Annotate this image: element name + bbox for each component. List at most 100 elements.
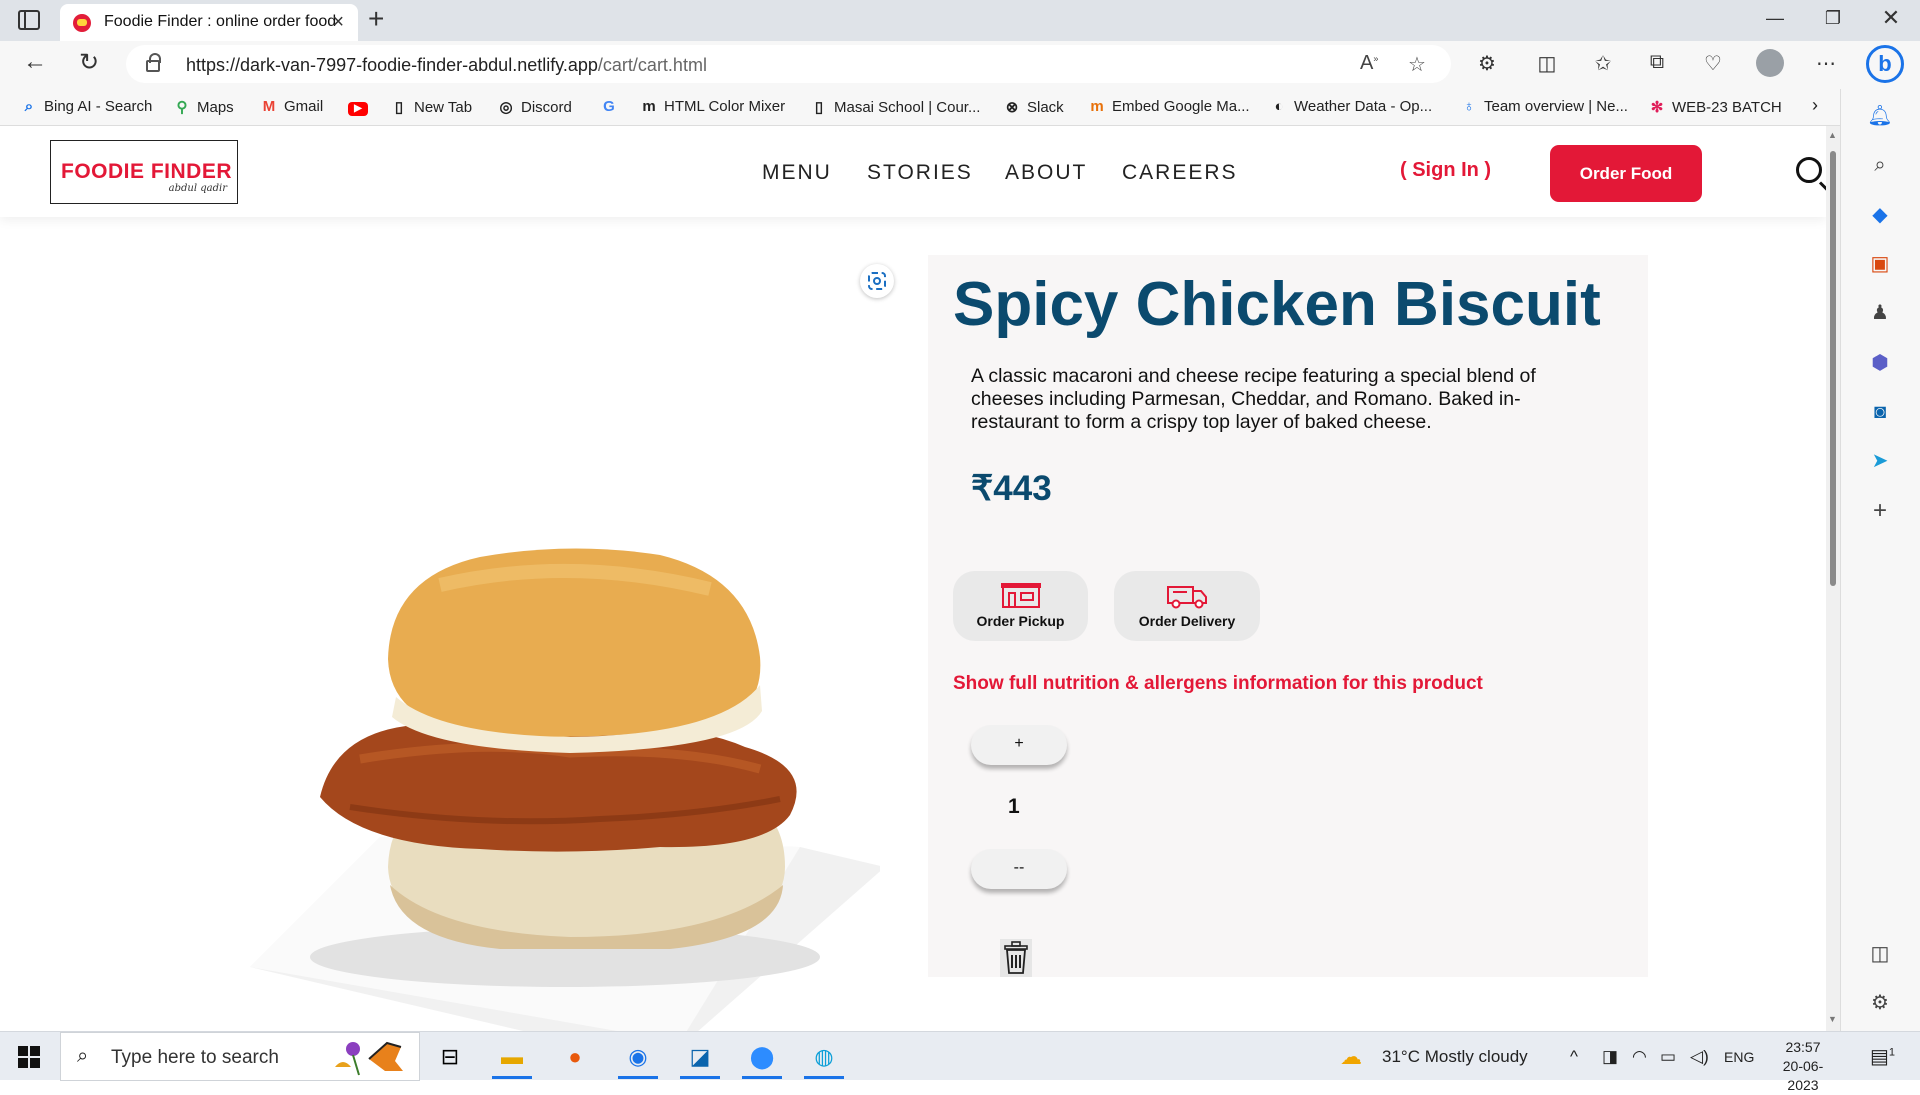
tab-actions-icon[interactable] xyxy=(18,10,40,30)
profile-avatar[interactable] xyxy=(1756,49,1784,77)
discord-icon: ◎ xyxy=(499,99,513,116)
more-options-icon[interactable]: ⋯ xyxy=(1812,51,1840,76)
scroll-down-icon[interactable]: ▼ xyxy=(1828,1014,1837,1024)
bookmark-web-23-batch[interactable]: ✻ WEB-23 BATCH xyxy=(1648,98,1782,116)
product-details-panel: Spicy Chicken Biscuit A classic macaroni… xyxy=(928,255,1648,977)
team-icon: ♁ xyxy=(1463,98,1475,115)
search-icon[interactable] xyxy=(1796,157,1822,183)
bookmark-maps[interactable]: ⚲ Maps xyxy=(173,98,234,116)
order-delivery-label: Order Delivery xyxy=(1138,613,1236,629)
nav-about[interactable]: ABOUT xyxy=(1005,161,1087,185)
url-text[interactable]: https://dark-van-7997-foodie-finder-abdu… xyxy=(186,55,707,76)
browser-essentials-icon[interactable]: ♡ xyxy=(1699,51,1727,76)
order-food-button[interactable]: Order Food xyxy=(1550,145,1702,202)
browser-tab-active[interactable]: Foodie Finder : online order food × xyxy=(60,4,358,41)
product-price: ₹443 xyxy=(971,469,1052,508)
meet-now-icon[interactable]: ◨ xyxy=(1602,1047,1618,1067)
favorites-icon[interactable]: ✩ xyxy=(1589,51,1617,76)
delete-item-icon[interactable] xyxy=(999,938,1033,978)
bookmark-embed-google-maps[interactable]: m Embed Google Ma... xyxy=(1088,98,1249,115)
refresh-icon[interactable]: ↻ xyxy=(72,48,106,77)
weather-text[interactable]: 31°C Mostly cloudy xyxy=(1382,1047,1528,1067)
bookmark-bing-ai[interactable]: ⌕ Bing AI - Search xyxy=(20,98,153,115)
wifi-icon[interactable]: ◠ xyxy=(1632,1047,1647,1067)
search-icon: ⌕ xyxy=(77,1045,89,1067)
file-explorer-icon[interactable]: ▬ xyxy=(492,1038,532,1079)
nutrition-info-link[interactable]: Show full nutrition & allergens informat… xyxy=(953,673,1483,695)
bookmark-masai-school[interactable]: ▯ Masai School | Cour... xyxy=(810,98,981,116)
language-indicator[interactable]: ENG xyxy=(1724,1049,1754,1065)
decrement-quantity-button[interactable]: -- xyxy=(971,849,1067,889)
sidebar-toggle-icon[interactable]: ◫ xyxy=(1867,941,1893,967)
windows-start-icon[interactable] xyxy=(18,1046,40,1068)
tab-close-icon[interactable]: × xyxy=(332,11,344,34)
bookmark-google[interactable]: G xyxy=(600,98,624,115)
sign-in-link[interactable]: ( Sign In ) xyxy=(1400,159,1491,182)
new-tab-button[interactable]: + xyxy=(368,3,384,35)
notifications-bell-icon[interactable]: 🔔︎ xyxy=(1867,103,1893,129)
bookmark-discord[interactable]: ◎ Discord xyxy=(497,98,571,116)
increment-quantity-button[interactable]: + xyxy=(971,725,1067,765)
back-icon[interactable]: ← xyxy=(18,48,52,76)
split-screen-icon[interactable]: ◫ xyxy=(1533,51,1561,76)
favorite-star-icon[interactable]: ☆ xyxy=(1408,52,1426,77)
firefox-icon[interactable]: ● xyxy=(555,1038,595,1076)
read-aloud-icon[interactable]: A» xyxy=(1360,52,1378,75)
drop-icon[interactable]: ➤ xyxy=(1867,448,1893,474)
bookmark-html-color-mixer[interactable]: m HTML Color Mixer xyxy=(640,98,785,115)
address-bar[interactable]: https://dark-van-7997-foodie-finder-abdu… xyxy=(126,45,1451,83)
youtube-icon: ▶ xyxy=(348,102,368,116)
product-description: A classic macaroni and cheese recipe fea… xyxy=(971,365,1536,433)
nav-menu[interactable]: MENU xyxy=(762,161,832,185)
page-scrollbar[interactable]: ▲ ▼ xyxy=(1826,126,1840,1031)
restore-icon[interactable]: ❐ xyxy=(1818,8,1848,29)
bookmark-team-overview[interactable]: ♁ Team overview | Ne... xyxy=(1460,98,1628,115)
add-sidebar-app-icon[interactable]: + xyxy=(1867,498,1893,524)
tab-title: Foodie Finder : online order food xyxy=(104,13,337,30)
bookmark-slack[interactable]: ⊗ Slack xyxy=(1003,98,1064,116)
taskbar-clock[interactable]: 23:57 20-06-2023 xyxy=(1768,1038,1838,1095)
quantity-value: 1 xyxy=(1008,795,1020,818)
clock-time: 23:57 xyxy=(1785,1039,1821,1055)
order-pickup-button[interactable]: Order Pickup xyxy=(953,571,1088,641)
weather-icon: ◐ xyxy=(1274,98,1284,115)
scroll-up-icon[interactable]: ▲ xyxy=(1828,130,1837,140)
bookmark-weather-data[interactable]: ◐ Weather Data - Op... xyxy=(1270,98,1432,115)
edge-icon[interactable]: ◍ xyxy=(804,1038,844,1079)
task-view-icon[interactable]: ⊟ xyxy=(430,1038,470,1076)
extensions-icon[interactable]: ⚙ xyxy=(1473,51,1501,76)
collections-icon[interactable]: ⧉ xyxy=(1643,51,1671,74)
nav-careers[interactable]: CAREERS xyxy=(1122,161,1238,185)
notification-center-icon[interactable]: ▤1 xyxy=(1870,1044,1895,1069)
weather-cloud-icon[interactable]: ☁ xyxy=(1340,1044,1362,1070)
microsoft-365-icon[interactable]: ⬢ xyxy=(1867,350,1893,376)
bookmarks-overflow-icon[interactable]: › xyxy=(1812,95,1818,116)
order-delivery-button[interactable]: Order Delivery xyxy=(1114,571,1260,641)
games-icon[interactable]: ♟ xyxy=(1867,300,1893,326)
site-logo[interactable]: FOODIE FINDER abdul qadir xyxy=(50,140,238,204)
sidebar-settings-icon[interactable]: ⚙ xyxy=(1867,990,1893,1016)
outlook-icon[interactable]: ◙ xyxy=(1867,399,1893,425)
zoom-icon[interactable]: ⬤ xyxy=(742,1038,782,1079)
scrollbar-thumb[interactable] xyxy=(1830,151,1836,586)
product-image xyxy=(250,548,880,1031)
taskbar-search-box[interactable]: ⌕ Type here to search xyxy=(60,1032,420,1081)
bookmark-gmail[interactable]: M Gmail xyxy=(260,98,323,115)
chrome-icon[interactable]: ◉ xyxy=(618,1038,658,1079)
close-icon[interactable]: ✕ xyxy=(1876,5,1906,31)
nav-stories[interactable]: STORIES xyxy=(867,161,973,185)
bing-copilot-icon[interactable]: b xyxy=(1866,45,1904,83)
tools-icon[interactable]: ▣ xyxy=(1867,251,1893,277)
app-blue-icon[interactable]: ◪ xyxy=(680,1038,720,1079)
clock-date: 20-06-2023 xyxy=(1782,1058,1824,1093)
battery-icon[interactable]: ▭ xyxy=(1660,1047,1676,1067)
shopping-tag-icon[interactable]: ◆ xyxy=(1867,202,1893,228)
visual-search-icon[interactable] xyxy=(860,264,894,298)
bookmark-new-tab[interactable]: ▯ New Tab xyxy=(390,98,472,116)
tray-overflow-icon[interactable]: ^ xyxy=(1570,1047,1578,1067)
volume-icon[interactable]: ◁) xyxy=(1690,1047,1709,1067)
minimize-icon[interactable]: — xyxy=(1760,8,1790,29)
search-icon[interactable]: ⌕ xyxy=(1867,152,1893,178)
bookmarks-bar: ⌕ Bing AI - Search ⚲ Maps M Gmail ▶ ▯ New Ta… xyxy=(0,89,1920,126)
bookmark-youtube[interactable]: ▶ xyxy=(348,98,374,116)
